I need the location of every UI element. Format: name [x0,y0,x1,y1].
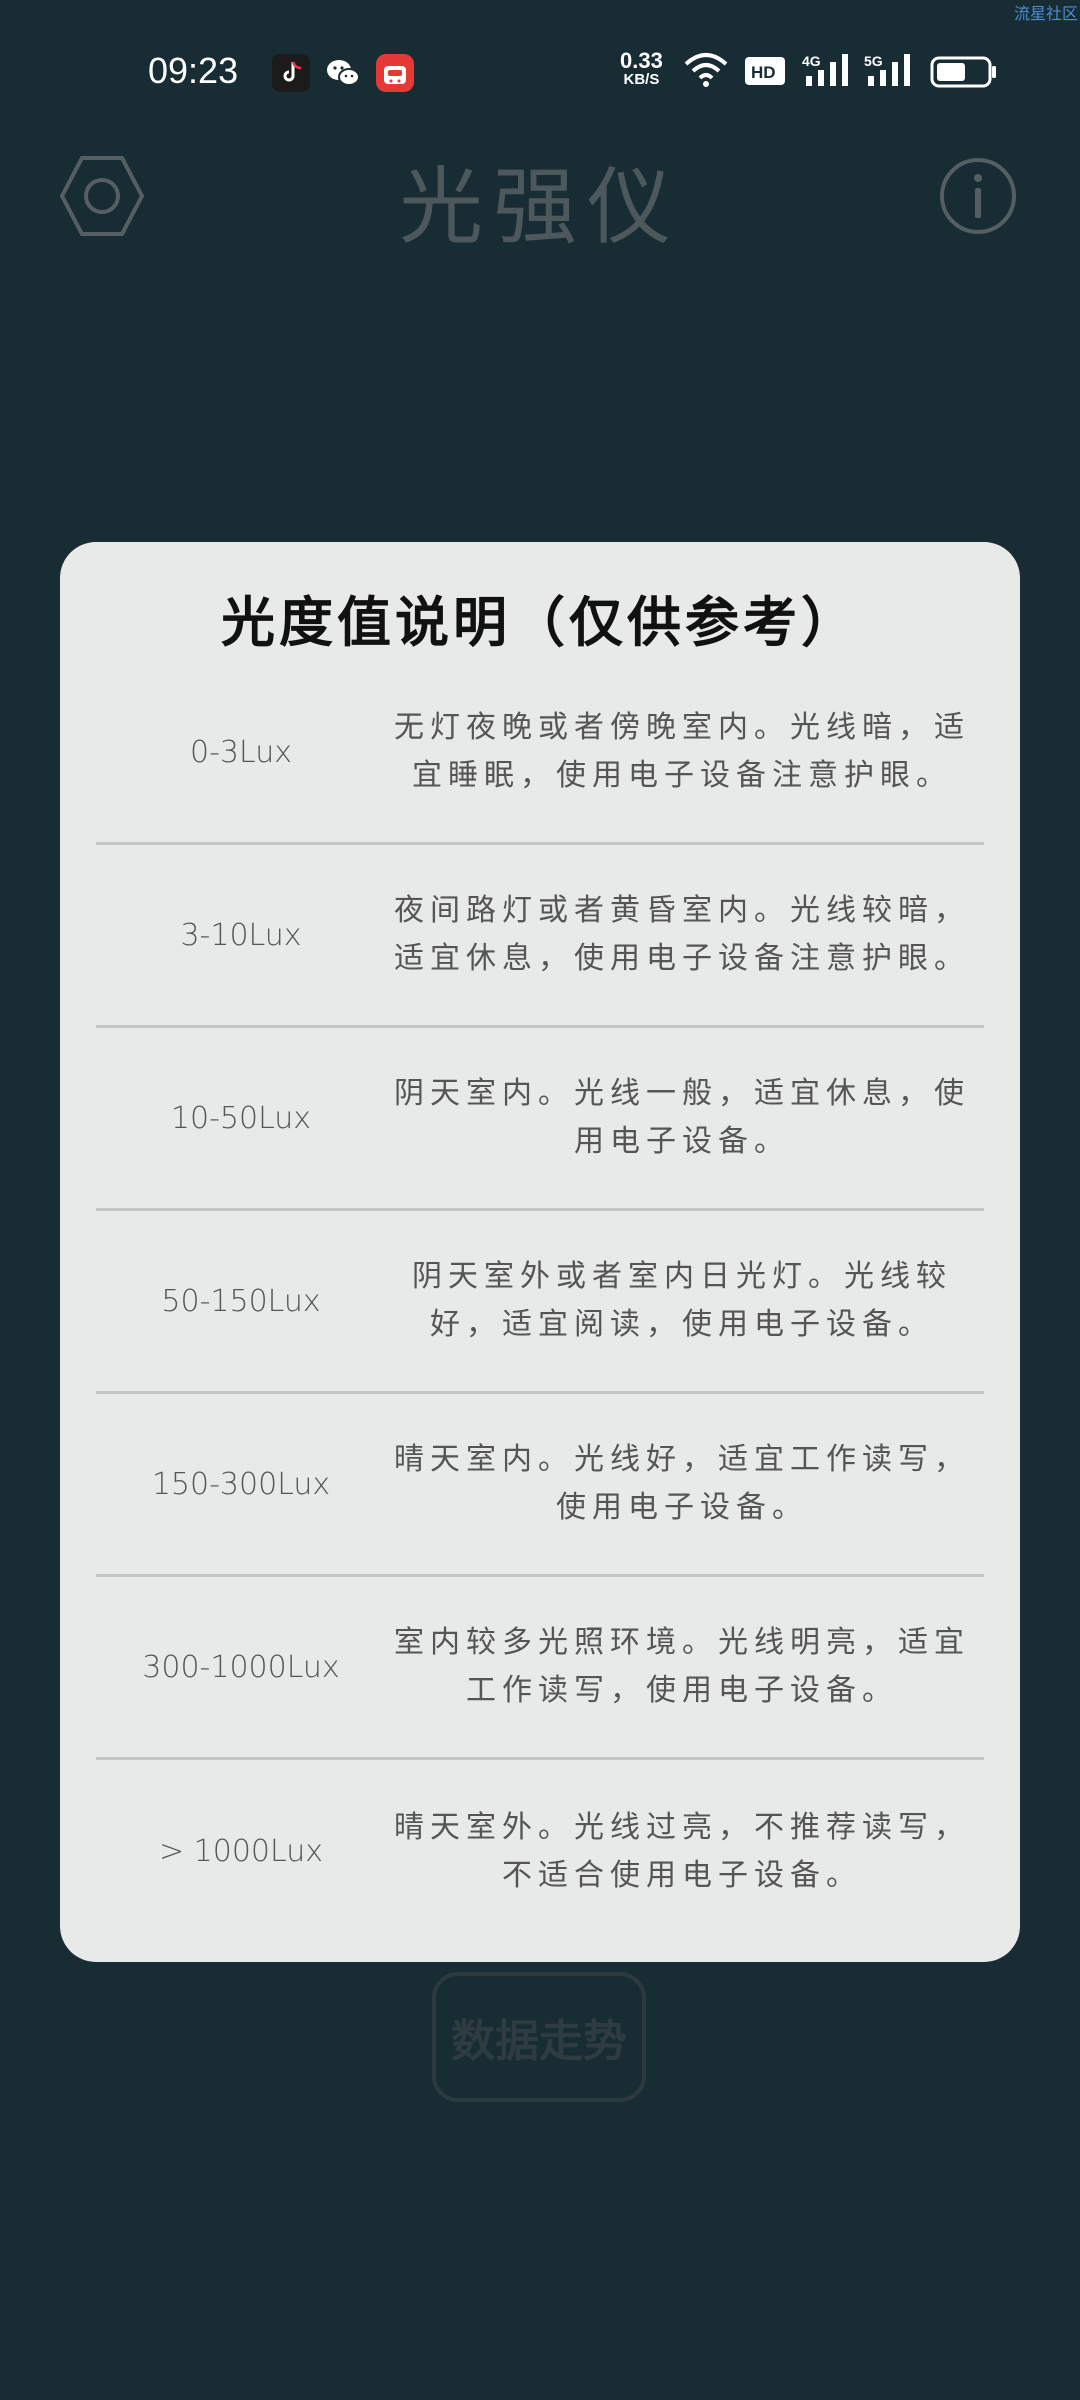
dialog-title: 光度值说明（仅供参考） [221,590,859,654]
lux-description: 阴天室内。光线一般，适宜休息，使用电子设备。 [394,1076,970,1159]
signal-4g-icon: 4G [802,52,854,92]
info-icon [940,158,1016,234]
battery-icon [930,56,998,92]
table-row: > 1000Lux 晴天室外。光线过亮，不推荐读写，不适合使用电子设备。 [96,1760,984,1943]
table-row: 10-50Lux 阴天室内。光线一般，适宜休息，使用电子设备。 [96,1028,984,1211]
table-row: 150-300Lux 晴天室内。光线好，适宜工作读写，使用电子设备。 [96,1394,984,1577]
lux-description: 无灯夜晚或者傍晚室内。光线暗，适宜睡眠，使用电子设备注意护眼。 [394,710,970,793]
signal-4g-label: 4G [802,53,821,69]
hd-voice-icon: HD [744,56,786,90]
lux-range: 300-1000Lux [142,1649,340,1685]
info-button[interactable] [938,156,1018,236]
network-speed-value: 0.33 [620,48,663,73]
status-time: 09:23 [148,50,239,91]
lux-range: 0-3Lux [190,734,292,770]
lux-range: 3-10Lux [180,917,302,953]
lux-description: 晴天室内。光线好，适宜工作读写，使用电子设备。 [394,1442,970,1525]
status-bar: 09:23 0.33 KB/S HD 4G 5G [0,40,1080,104]
wifi-icon [684,52,728,92]
lux-description: 晴天室外。光线过亮，不推荐读写，不适合使用电子设备。 [394,1809,970,1893]
network-speed: 0.33 KB/S [620,48,663,88]
lux-range: 150-300Lux [151,1466,331,1502]
lux-description: 夜间路灯或者黄昏室内。光线较暗，适宜休息，使用电子设备注意护眼。 [394,893,970,976]
signal-5g-label: 5G [864,53,883,69]
shop-618-icon [376,54,414,92]
signal-5g-icon: 5G [864,52,916,92]
data-trend-button[interactable]: 数据走势 [432,1972,646,2102]
wechat-icon [324,54,362,92]
lux-range: 10-50Lux [170,1100,312,1136]
page-title: 光强仪 [398,158,681,256]
lux-range: 50-150Lux [161,1283,321,1319]
table-row: 0-3Lux 无灯夜晚或者傍晚室内。光线暗，适宜睡眠，使用电子设备注意护眼。 [96,662,984,845]
tiktok-icon [272,54,310,92]
table-row: 300-1000Lux 室内较多光照环境。光线明亮，适宜工作读写，使用电子设备。 [96,1577,984,1760]
watermark-text: 流星社区 [1013,4,1078,23]
table-row: 50-150Lux 阴天室外或者室内日光灯。光线较好，适宜阅读，使用电子设备。 [96,1211,984,1394]
lux-range: > 1000Lux [159,1834,323,1869]
network-speed-unit: KB/S [623,71,660,88]
table-row: 3-10Lux 夜间路灯或者黄昏室内。光线较暗，适宜休息，使用电子设备注意护眼。 [96,845,984,1028]
lux-description: 阴天室外或者室内日光灯。光线较好，适宜阅读，使用电子设备。 [412,1259,952,1342]
hd-label: HD [751,63,776,82]
lux-reference-dialog[interactable]: 光度值说明（仅供参考） 0-3Lux 无灯夜晚或者傍晚室内。光线暗，适宜睡眠，使… [60,542,1020,1962]
lux-reference-table: 0-3Lux 无灯夜晚或者傍晚室内。光线暗，适宜睡眠，使用电子设备注意护眼。 3… [96,662,984,1943]
lux-description: 室内较多光照环境。光线明亮，适宜工作读写，使用电子设备。 [394,1625,970,1708]
